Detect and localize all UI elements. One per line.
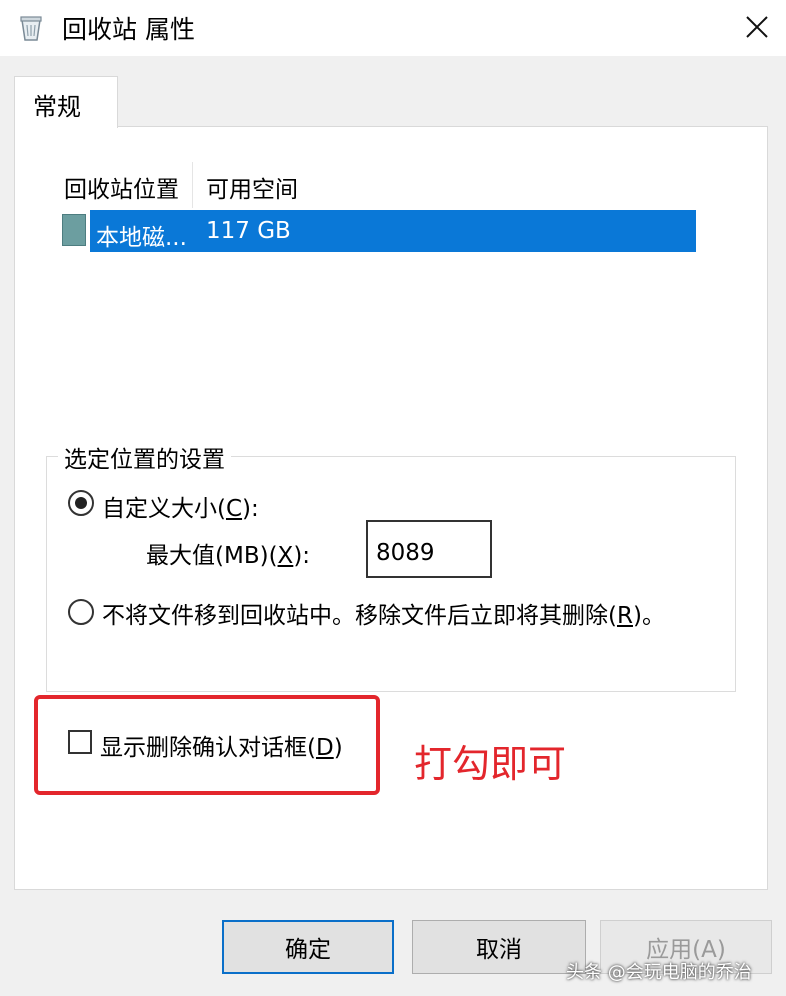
annotation-text: 打勾即可 xyxy=(414,742,567,786)
window-title: 回收站 属性 xyxy=(62,15,195,44)
recycle-bin-locations-list[interactable]: 回收站位置 可用空间 本地磁... 117 GB xyxy=(60,162,696,432)
cancel-button[interactable]: 取消 xyxy=(412,920,586,974)
column-header-free-space[interactable]: 可用空间 xyxy=(206,170,298,204)
location-cell: 本地磁... xyxy=(96,225,187,251)
ok-button[interactable]: 确定 xyxy=(222,920,394,974)
custom-size-label[interactable]: 自定义大小(C): xyxy=(102,489,259,523)
custom-size-radio[interactable] xyxy=(68,490,94,516)
tab-general-label: 常规 xyxy=(33,93,81,121)
close-icon xyxy=(746,16,768,38)
column-header-location[interactable]: 回收站位置 xyxy=(64,170,179,204)
title-bar: 回收站 属性 xyxy=(0,0,786,56)
no-recycle-label[interactable]: 不将文件移到回收站中。移除文件后立即将其删除(R)。 xyxy=(102,596,665,630)
tab-general[interactable]: 常规 xyxy=(14,76,118,128)
max-size-label: 最大值(MB)(X): xyxy=(146,543,311,569)
list-item[interactable]: 本地磁... 117 GB xyxy=(60,210,696,252)
recycle-bin-icon xyxy=(20,16,42,41)
max-size-input[interactable] xyxy=(366,520,492,578)
watermark: 头条 @会玩电脑的乔治 xyxy=(566,962,752,983)
settings-group-title: 选定位置的设置 xyxy=(58,440,231,474)
column-divider[interactable] xyxy=(192,162,193,208)
list-header: 回收站位置 可用空间 xyxy=(60,162,696,208)
close-button[interactable] xyxy=(734,4,780,50)
confirm-delete-label[interactable]: 显示删除确认对话框(D) xyxy=(100,728,343,762)
drive-icon xyxy=(62,214,86,246)
confirm-delete-checkbox[interactable] xyxy=(68,730,92,754)
free-space-cell: 117 GB xyxy=(206,218,291,244)
no-recycle-radio[interactable] xyxy=(68,599,94,625)
